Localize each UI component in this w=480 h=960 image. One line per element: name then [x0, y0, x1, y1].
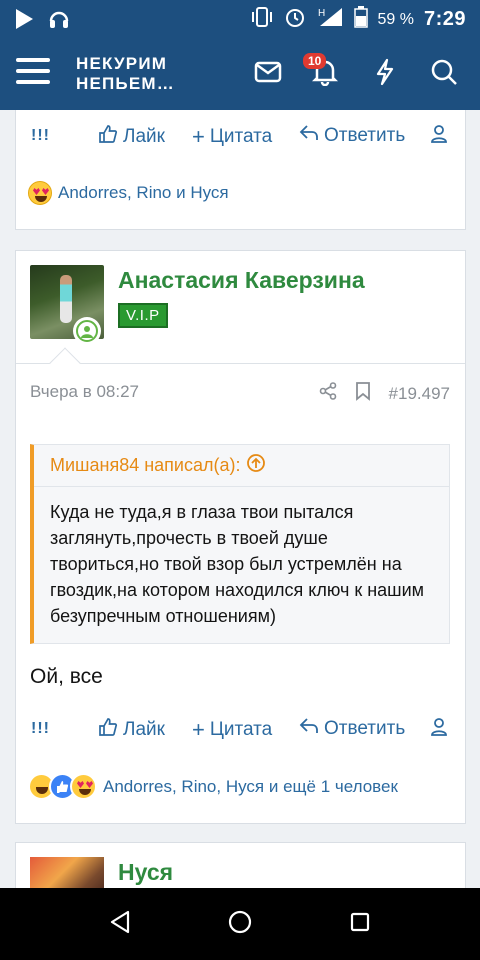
reply-label: Ответить	[324, 718, 406, 739]
post-card-previous: !!! Лайк + Цитата Ответить Andorres, Rin…	[15, 110, 466, 230]
like-button[interactable]: Лайк	[98, 717, 165, 743]
reply-label: Ответить	[324, 125, 406, 146]
post-date[interactable]: Вчера в 08:27	[30, 382, 139, 402]
thumbs-up-icon	[98, 124, 118, 150]
like-label: Лайк	[123, 719, 165, 740]
quote-text: Куда не туда,я в глаза твои пытался загл…	[50, 502, 425, 626]
online-status-icon	[73, 317, 101, 345]
user-icon	[430, 717, 448, 743]
menu-button[interactable]	[16, 58, 50, 86]
arrow-up-circle-icon	[246, 453, 266, 478]
reaction-icons	[28, 773, 97, 800]
bookmark-icon[interactable]	[355, 381, 371, 406]
svg-text:H: H	[318, 8, 325, 19]
post-actions: !!! Лайк + Цитата Ответить	[16, 124, 465, 154]
inbox-button[interactable]	[250, 56, 286, 92]
user-menu-button[interactable]	[430, 717, 448, 743]
quote-button[interactable]: + Цитата	[192, 717, 272, 743]
logo-line-2: НЕПЬЕМ…	[76, 74, 175, 93]
whats-new-button[interactable]	[367, 56, 403, 92]
user-icon	[430, 124, 448, 150]
report-button[interactable]: !!!	[31, 127, 50, 145]
play-icon	[14, 8, 34, 35]
lightning-icon	[374, 58, 396, 91]
reply-icon	[299, 717, 319, 741]
search-icon	[430, 58, 458, 91]
plus-icon: +	[192, 124, 205, 149]
back-triangle-icon	[109, 910, 131, 939]
divider-arrow	[49, 347, 81, 379]
clock: 7:29	[423, 8, 466, 30]
share-icon[interactable]	[319, 382, 337, 405]
quote-header[interactable]: Мишаня84 написал(а):	[34, 445, 449, 487]
recents-button[interactable]	[340, 904, 380, 944]
like-label: Лайк	[123, 126, 165, 147]
reactions-bar[interactable]: Andorres, Rino и Нуся	[28, 181, 229, 205]
divider	[16, 363, 465, 364]
reactions-users[interactable]: Andorres, Rino, Нуся и ещё 1 человек	[103, 777, 398, 797]
post-actions: !!! Лайк + Цитата Ответить	[16, 717, 465, 747]
thumbs-up-icon	[98, 717, 118, 743]
alarm-icon	[284, 6, 306, 33]
heart-eyes-icon	[70, 773, 97, 800]
user-menu-button[interactable]	[430, 124, 448, 150]
user-title-badge: V.I.P	[118, 303, 168, 328]
app-bar: НЕКУРИМ НЕПЬЕМ… 10	[0, 38, 480, 110]
post-meta-actions: #19.497	[319, 381, 450, 406]
notification-badge: 10	[303, 53, 327, 69]
battery-percent: 59 %	[377, 10, 414, 28]
signal-icon: H	[316, 6, 344, 33]
post-body: Ой, все	[30, 665, 103, 688]
reactions-bar[interactable]: Andorres, Rino, Нуся и ещё 1 человек	[28, 773, 398, 800]
post-card: Анастасия Каверзина V.I.P Вчера в 08:27 …	[15, 250, 466, 824]
post-number[interactable]: #19.497	[389, 384, 450, 404]
home-button[interactable]	[220, 904, 260, 944]
post-author[interactable]: Анастасия Каверзина	[118, 267, 365, 294]
battery-icon	[353, 6, 368, 33]
plus-icon: +	[192, 717, 205, 742]
post-author[interactable]: Нуся	[118, 859, 173, 886]
system-nav-bar	[0, 888, 480, 960]
quote-button[interactable]: + Цитата	[192, 124, 272, 150]
home-circle-icon	[227, 909, 253, 940]
quote-label: Цитата	[209, 126, 273, 147]
reply-icon	[299, 124, 319, 148]
logo-line-1: НЕКУРИМ	[76, 54, 168, 73]
quote-label: Цитата	[209, 719, 273, 740]
search-button[interactable]	[426, 56, 462, 92]
site-logo[interactable]: НЕКУРИМ НЕПЬЕМ…	[76, 54, 175, 94]
quote-author: Мишаня84 написал(а):	[50, 455, 241, 475]
like-button[interactable]: Лайк	[98, 124, 165, 150]
recents-square-icon	[349, 911, 371, 938]
heart-eyes-icon	[28, 181, 52, 205]
back-button[interactable]	[100, 904, 140, 944]
envelope-icon	[254, 61, 282, 88]
reactions-users[interactable]: Andorres, Rino и Нуся	[58, 183, 229, 203]
headphones-icon	[48, 8, 70, 35]
report-button[interactable]: !!!	[31, 720, 50, 738]
quote-block: Мишаня84 написал(а): Куда не туда,я в гл…	[30, 444, 450, 644]
reply-button[interactable]: Ответить	[299, 124, 405, 148]
status-bar: H 59 % 7:29	[0, 0, 480, 38]
reply-button[interactable]: Ответить	[299, 717, 405, 741]
vibrate-icon	[250, 6, 274, 33]
